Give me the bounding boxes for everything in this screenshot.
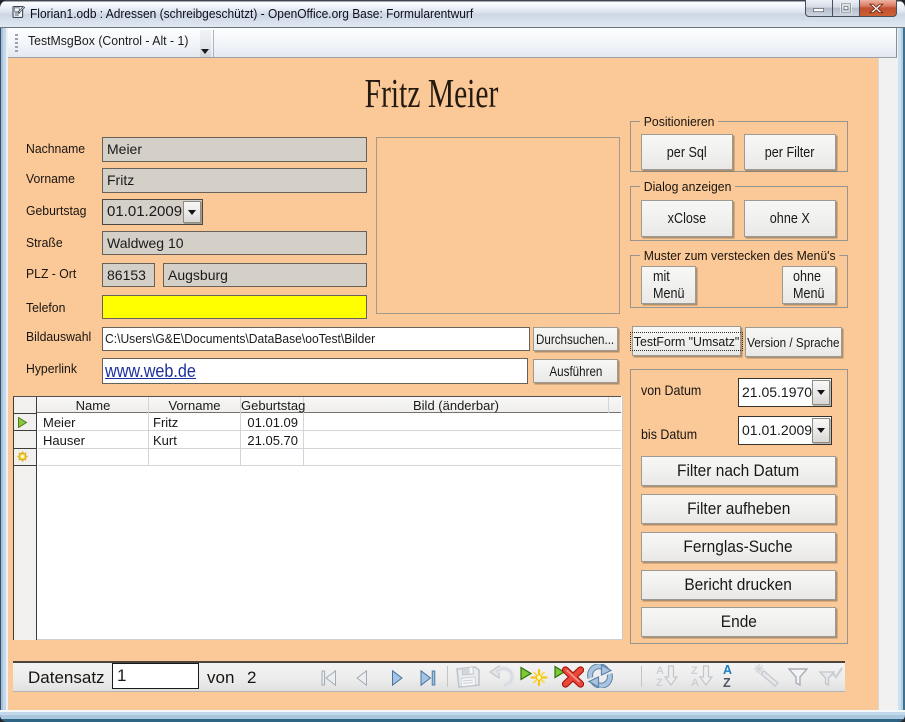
svg-text:A: A [691, 677, 699, 688]
svg-text:Z: Z [656, 677, 663, 688]
svg-text:A: A [656, 665, 664, 677]
svg-text:Z: Z [723, 676, 731, 688]
svg-text:A: A [723, 663, 732, 677]
svg-text:Z: Z [691, 665, 698, 677]
